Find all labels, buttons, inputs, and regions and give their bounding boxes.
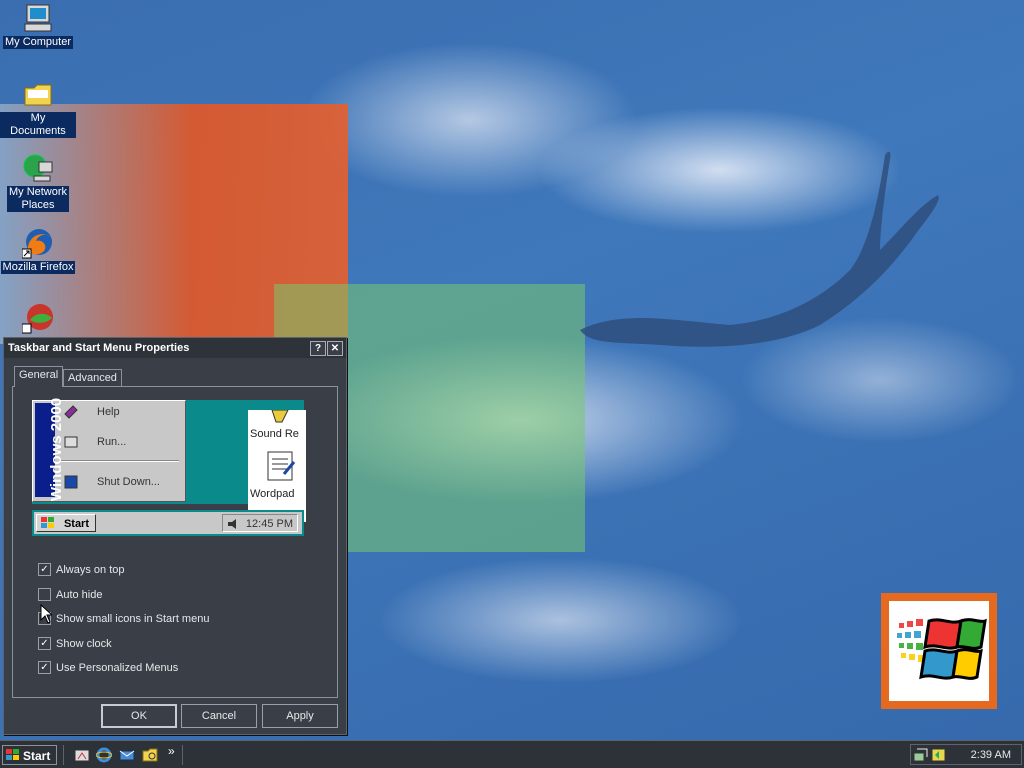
start-button[interactable]: Start xyxy=(2,745,57,765)
preview-menu-item-help: Help xyxy=(63,401,120,423)
windows-flag-icon xyxy=(6,749,19,760)
wordpad-icon xyxy=(267,451,296,481)
preview-menu-separator xyxy=(61,460,179,462)
preview-menu-item-run: Run... xyxy=(63,431,126,453)
close-button[interactable]: ✕ xyxy=(327,341,343,356)
network-globe-icon xyxy=(22,152,54,184)
cancel-button[interactable]: Cancel xyxy=(181,704,257,728)
taskbar-preview: Sound Re Wordpad Windows 2000 Help Run..… xyxy=(32,398,316,540)
ok-button[interactable]: OK xyxy=(101,704,177,728)
taskbar-grip[interactable] xyxy=(182,745,185,765)
desktop-icon-label: My Computer xyxy=(2,36,74,49)
preview-tray: 12:45 PM xyxy=(222,514,298,532)
taskbar-clock[interactable]: 2:39 AM xyxy=(971,745,1011,765)
desktop-icon-label: Mozilla Firefox xyxy=(0,261,76,274)
taskbar: Start » 2:39 AM xyxy=(0,740,1024,768)
preview-window-item: Sound Re xyxy=(250,428,299,440)
desktop-icon-my-documents[interactable]: My Documents xyxy=(0,78,76,138)
mouse-pointer-icon xyxy=(40,604,52,624)
taskbar-properties-dialog: Taskbar and Start Menu Properties ? ✕ Ge… xyxy=(3,337,347,735)
help-book-icon xyxy=(64,405,78,419)
sound-recorder-icon xyxy=(271,410,289,423)
help-button[interactable]: ? xyxy=(310,341,326,356)
wallpaper-diver-silhouette xyxy=(580,151,939,347)
windows-flag-icon xyxy=(41,517,54,528)
checkbox-unchecked[interactable] xyxy=(38,587,51,601)
desktop-icon-unnamed-shortcut[interactable] xyxy=(0,302,76,336)
desktop-icon-my-computer[interactable]: My Computer xyxy=(0,2,76,49)
dialog-titlebar[interactable]: Taskbar and Start Menu Properties ? ✕ xyxy=(4,338,346,358)
folder-icon xyxy=(22,78,54,110)
preview-start-button: Start xyxy=(36,514,96,532)
desktop-icon-mozilla-firefox[interactable]: Mozilla Firefox xyxy=(0,227,76,274)
preview-window-item: Wordpad xyxy=(250,488,295,500)
speaker-icon xyxy=(228,519,236,529)
internet-explorer-icon[interactable] xyxy=(96,747,112,763)
checkbox-checked[interactable]: ✓ xyxy=(38,562,51,576)
dialog-title: Taskbar and Start Menu Properties xyxy=(8,342,190,354)
preview-menu-stripe: Windows 2000 xyxy=(35,398,65,501)
option-use-personalized-menus[interactable]: ✓ Use Personalized Menus xyxy=(38,660,178,675)
desktop-icon-label: My Network Places xyxy=(6,186,70,212)
preview-taskbar: Start 12:45 PM xyxy=(32,510,304,536)
outlook-express-icon[interactable] xyxy=(119,747,135,763)
apply-button[interactable]: Apply xyxy=(262,704,338,728)
quick-launch-grip[interactable] xyxy=(63,745,66,765)
desktop-icon-label: My Documents xyxy=(0,112,76,138)
checkbox-checked[interactable]: ✓ xyxy=(38,660,51,674)
network-tray-icon[interactable] xyxy=(913,747,929,763)
preview-start-menu: Windows 2000 Help Run... Shut Down... xyxy=(32,398,186,502)
option-show-small-icons[interactable]: Show small icons in Start menu xyxy=(38,611,209,626)
quick-launch-chevron[interactable]: » xyxy=(168,744,175,758)
desktop-icon-my-network-places[interactable]: My Network Places xyxy=(0,152,76,212)
firefox-icon xyxy=(21,227,54,259)
tab-advanced[interactable]: Advanced xyxy=(63,369,122,387)
tab-general[interactable]: General xyxy=(14,366,64,387)
my-computer-icon xyxy=(22,2,54,34)
preview-menu-item-shutdown: Shut Down... xyxy=(63,471,160,493)
show-desktop-icon[interactable] xyxy=(74,747,90,763)
volume-tray-icon[interactable] xyxy=(931,747,947,763)
option-show-clock[interactable]: ✓ Show clock xyxy=(38,636,112,651)
shutdown-icon xyxy=(64,475,78,489)
explorer-icon[interactable] xyxy=(142,747,158,763)
option-auto-hide[interactable]: Auto hide xyxy=(38,587,102,602)
application-shortcut-icon xyxy=(21,302,54,334)
preview-window: Sound Re Wordpad xyxy=(248,410,306,522)
option-always-on-top[interactable]: ✓ Always on top xyxy=(38,562,124,577)
system-tray: 2:39 AM xyxy=(910,744,1022,765)
windows-logo-image xyxy=(881,593,997,709)
run-icon xyxy=(64,436,78,448)
checkbox-checked[interactable]: ✓ xyxy=(38,636,51,650)
